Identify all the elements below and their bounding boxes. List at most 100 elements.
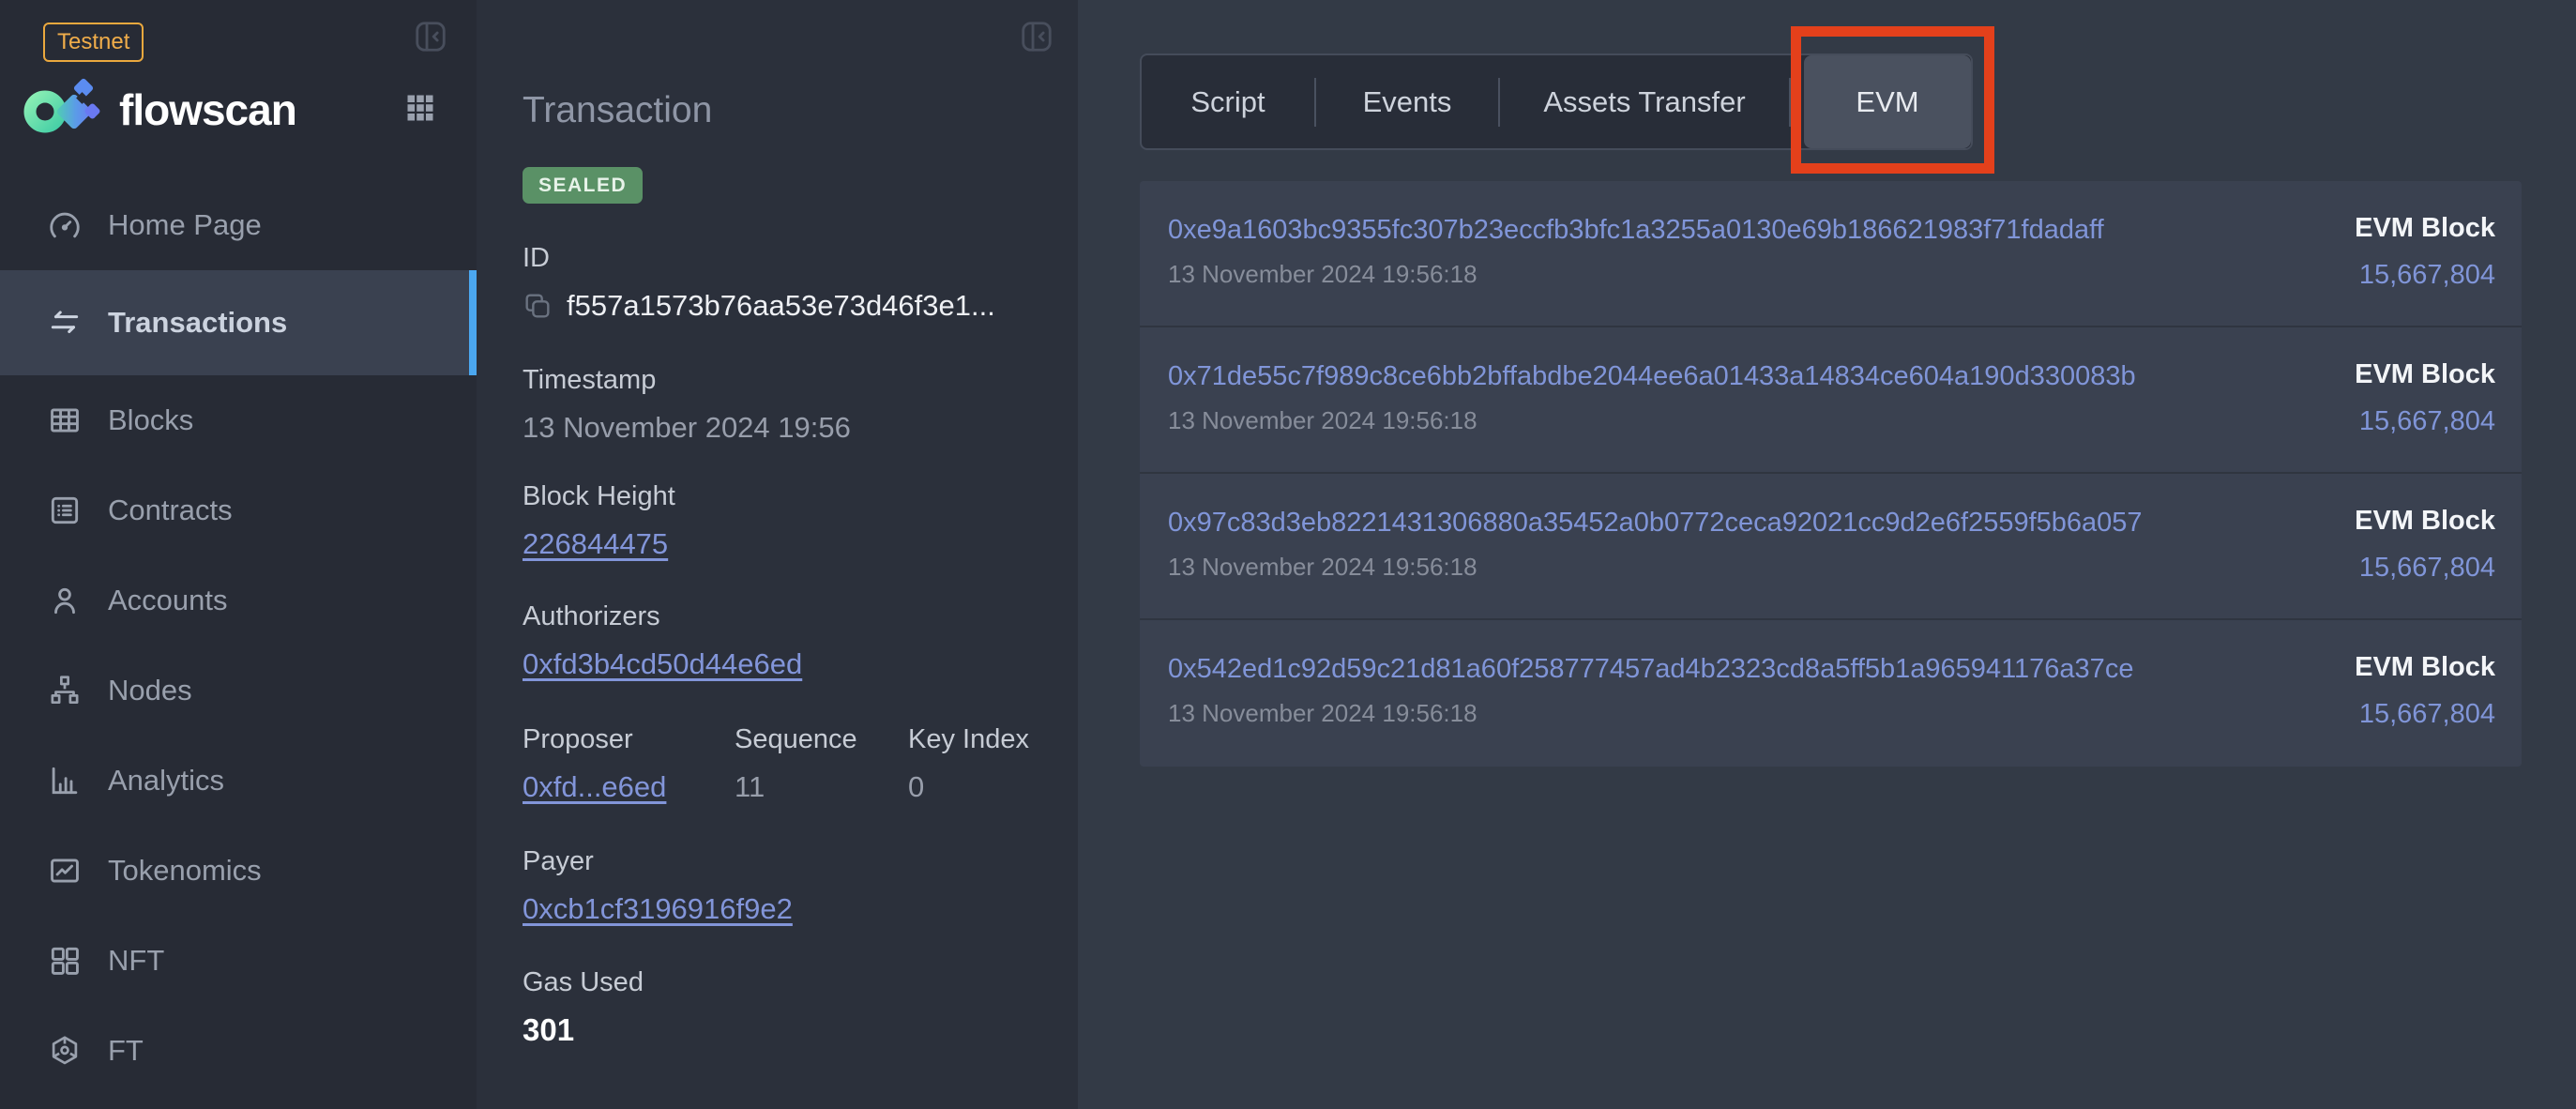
detail-collapse-button[interactable] [1019,19,1054,54]
payer-link[interactable]: 0xcb1cf3196916f9e2 [523,892,793,925]
evm-tx-timestamp: 13 November 2024 19:56:18 [1168,406,1477,435]
evm-tx-timestamp: 13 November 2024 19:56:18 [1168,553,1477,582]
sidebar-item-nft[interactable]: NFT [0,916,477,1006]
evm-transaction-row: 0x97c83d3eb8221431306880a35452a0b0772cec… [1140,474,2522,620]
copy-icon[interactable] [523,291,553,321]
field-label: Sequence [735,723,857,755]
tab-script[interactable]: Script [1142,55,1314,148]
evm-block-number-link[interactable]: 15,667,804 [2355,699,2495,730]
sidebar-item-label: FT [108,1034,144,1068]
field-label: ID [523,242,1048,274]
flowscan-app: Testnet [0,0,2576,1109]
panel-title: Transaction [523,90,712,131]
evm-transaction-row: 0xe9a1603bc9355fc307b23eccfb3bfc1a3255a0… [1140,181,2522,327]
field-label: Proposer [523,723,666,755]
panel-collapse-icon [413,43,448,57]
brand-name: flowscan [119,84,296,135]
field-label: Gas Used [523,966,1048,998]
sidebar-item-transactions[interactable]: Transactions [0,270,477,375]
sidebar-item-label: NFT [108,944,164,978]
four-squares-icon [47,943,83,979]
evm-transaction-row: 0x71de55c7f989c8ce6bb2bffabdbe2044ee6a01… [1140,327,2522,474]
sidebar-item-contracts[interactable]: Contracts [0,465,477,555]
sidebar-item-accounts[interactable]: Accounts [0,555,477,646]
transaction-detail-panel: Transaction SEALED ID f557a1573b76aa53e7… [477,0,1078,1109]
block-height-link[interactable]: 226844475 [523,527,668,560]
field-block-height: Block Height 226844475 [523,480,1048,561]
evm-tx-timestamp: 13 November 2024 19:56:18 [1168,260,1477,289]
gauge-icon [47,207,83,243]
field-payer: Payer 0xcb1cf3196916f9e2 [523,845,1048,926]
sidebar-item-label: Nodes [108,674,192,707]
transaction-id-value: f557a1573b76aa53e73d46f3e1... [567,289,995,323]
sidebar-item-label: Tokenomics [108,854,262,888]
proposer-column: Proposer 0xfd...e6ed [523,723,666,804]
bar-chart-icon [47,763,83,798]
field-id: ID f557a1573b76aa53e73d46f3e1... [523,242,1048,323]
status-badge: SEALED [523,167,643,204]
authorizer-link[interactable]: 0xfd3b4cd50d44e6ed [523,647,802,680]
grid-dots-icon [403,114,437,128]
person-icon [47,583,83,618]
field-label: Payer [523,845,1048,877]
org-chart-icon [47,673,83,708]
annotation-highlight-box [1791,26,1994,174]
sidebar-item-label: Transactions [108,306,287,340]
evm-tx-hash-link[interactable]: 0x97c83d3eb8221431306880a35452a0b0772cec… [1168,508,2143,539]
contract-list-icon [47,493,83,528]
cube-icon [47,1033,83,1069]
network-badge: Testnet [43,23,144,62]
evm-block-number-link[interactable]: 15,667,804 [2355,406,2495,437]
key-index-value: 0 [908,770,1029,804]
field-label: Key Index [908,723,1029,755]
sequence-column: Sequence 11 [735,723,857,804]
field-gas-used: Gas Used 301 [523,966,1048,1047]
panel-collapse-icon [1019,43,1054,57]
flowscan-logo-icon [23,77,100,142]
main-content: Script Events Assets Transfer EVM 0xe9a1… [1078,0,2576,1109]
field-label: Block Height [523,480,1048,512]
sidebar-item-label: Blocks [108,403,193,437]
evm-tx-timestamp: 13 November 2024 19:56:18 [1168,699,1477,728]
apps-grid-button[interactable] [403,91,437,125]
sidebar-item-blocks[interactable]: Blocks [0,375,477,465]
evm-transaction-row: 0x542ed1c92d59c21d81a60f258777457ad4b232… [1140,620,2522,767]
trend-chart-icon [47,853,83,889]
sidebar-item-label: Accounts [108,584,228,617]
evm-block-label: EVM Block [2355,652,2495,682]
arrows-swap-icon [47,305,83,341]
evm-tx-hash-link[interactable]: 0x71de55c7f989c8ce6bb2bffabdbe2044ee6a01… [1168,361,2136,392]
key-index-column: Key Index 0 [908,723,1029,804]
sidebar-item-nodes[interactable]: Nodes [0,646,477,736]
sidebar-item-ft[interactable]: FT [0,1006,477,1096]
field-proposer-group: Proposer 0xfd...e6ed Sequence 11 Key Ind… [523,723,1048,836]
sidebar-collapse-button[interactable] [413,19,448,54]
sequence-value: 11 [735,770,857,804]
gas-used-value: 301 [523,1013,1048,1047]
sidebar-item-home-page[interactable]: Home Page [0,180,477,270]
sidebar-item-label: Analytics [108,764,224,798]
tab-events[interactable]: Events [1316,55,1498,148]
evm-block-label: EVM Block [2355,359,2495,389]
field-authorizers: Authorizers 0xfd3b4cd50d44e6ed [523,600,1048,681]
table-grid-icon [47,403,83,438]
sidebar-item-label: Contracts [108,494,233,527]
proposer-link[interactable]: 0xfd...e6ed [523,770,666,803]
tab-assets-transfer[interactable]: Assets Transfer [1500,55,1789,148]
sidebar-nav: Home Page Transactions [0,180,477,1096]
field-label: Authorizers [523,600,1048,632]
brand[interactable]: flowscan [23,77,296,142]
evm-block-label: EVM Block [2355,506,2495,536]
evm-tx-hash-link[interactable]: 0x542ed1c92d59c21d81a60f258777457ad4b232… [1168,654,2133,685]
field-label: Timestamp [523,364,1048,396]
evm-block-label: EVM Block [2355,213,2495,243]
sidebar-item-analytics[interactable]: Analytics [0,736,477,826]
field-timestamp: Timestamp 13 November 2024 19:56 [523,364,1048,445]
evm-tx-hash-link[interactable]: 0xe9a1603bc9355fc307b23eccfb3bfc1a3255a0… [1168,215,2104,246]
sidebar-item-tokenomics[interactable]: Tokenomics [0,826,477,916]
sidebar: Testnet [0,0,477,1109]
sidebar-item-label: Home Page [108,208,262,242]
evm-block-number-link[interactable]: 15,667,804 [2355,260,2495,291]
evm-block-number-link[interactable]: 15,667,804 [2355,553,2495,584]
evm-transactions-list: 0xe9a1603bc9355fc307b23eccfb3bfc1a3255a0… [1140,181,2522,767]
